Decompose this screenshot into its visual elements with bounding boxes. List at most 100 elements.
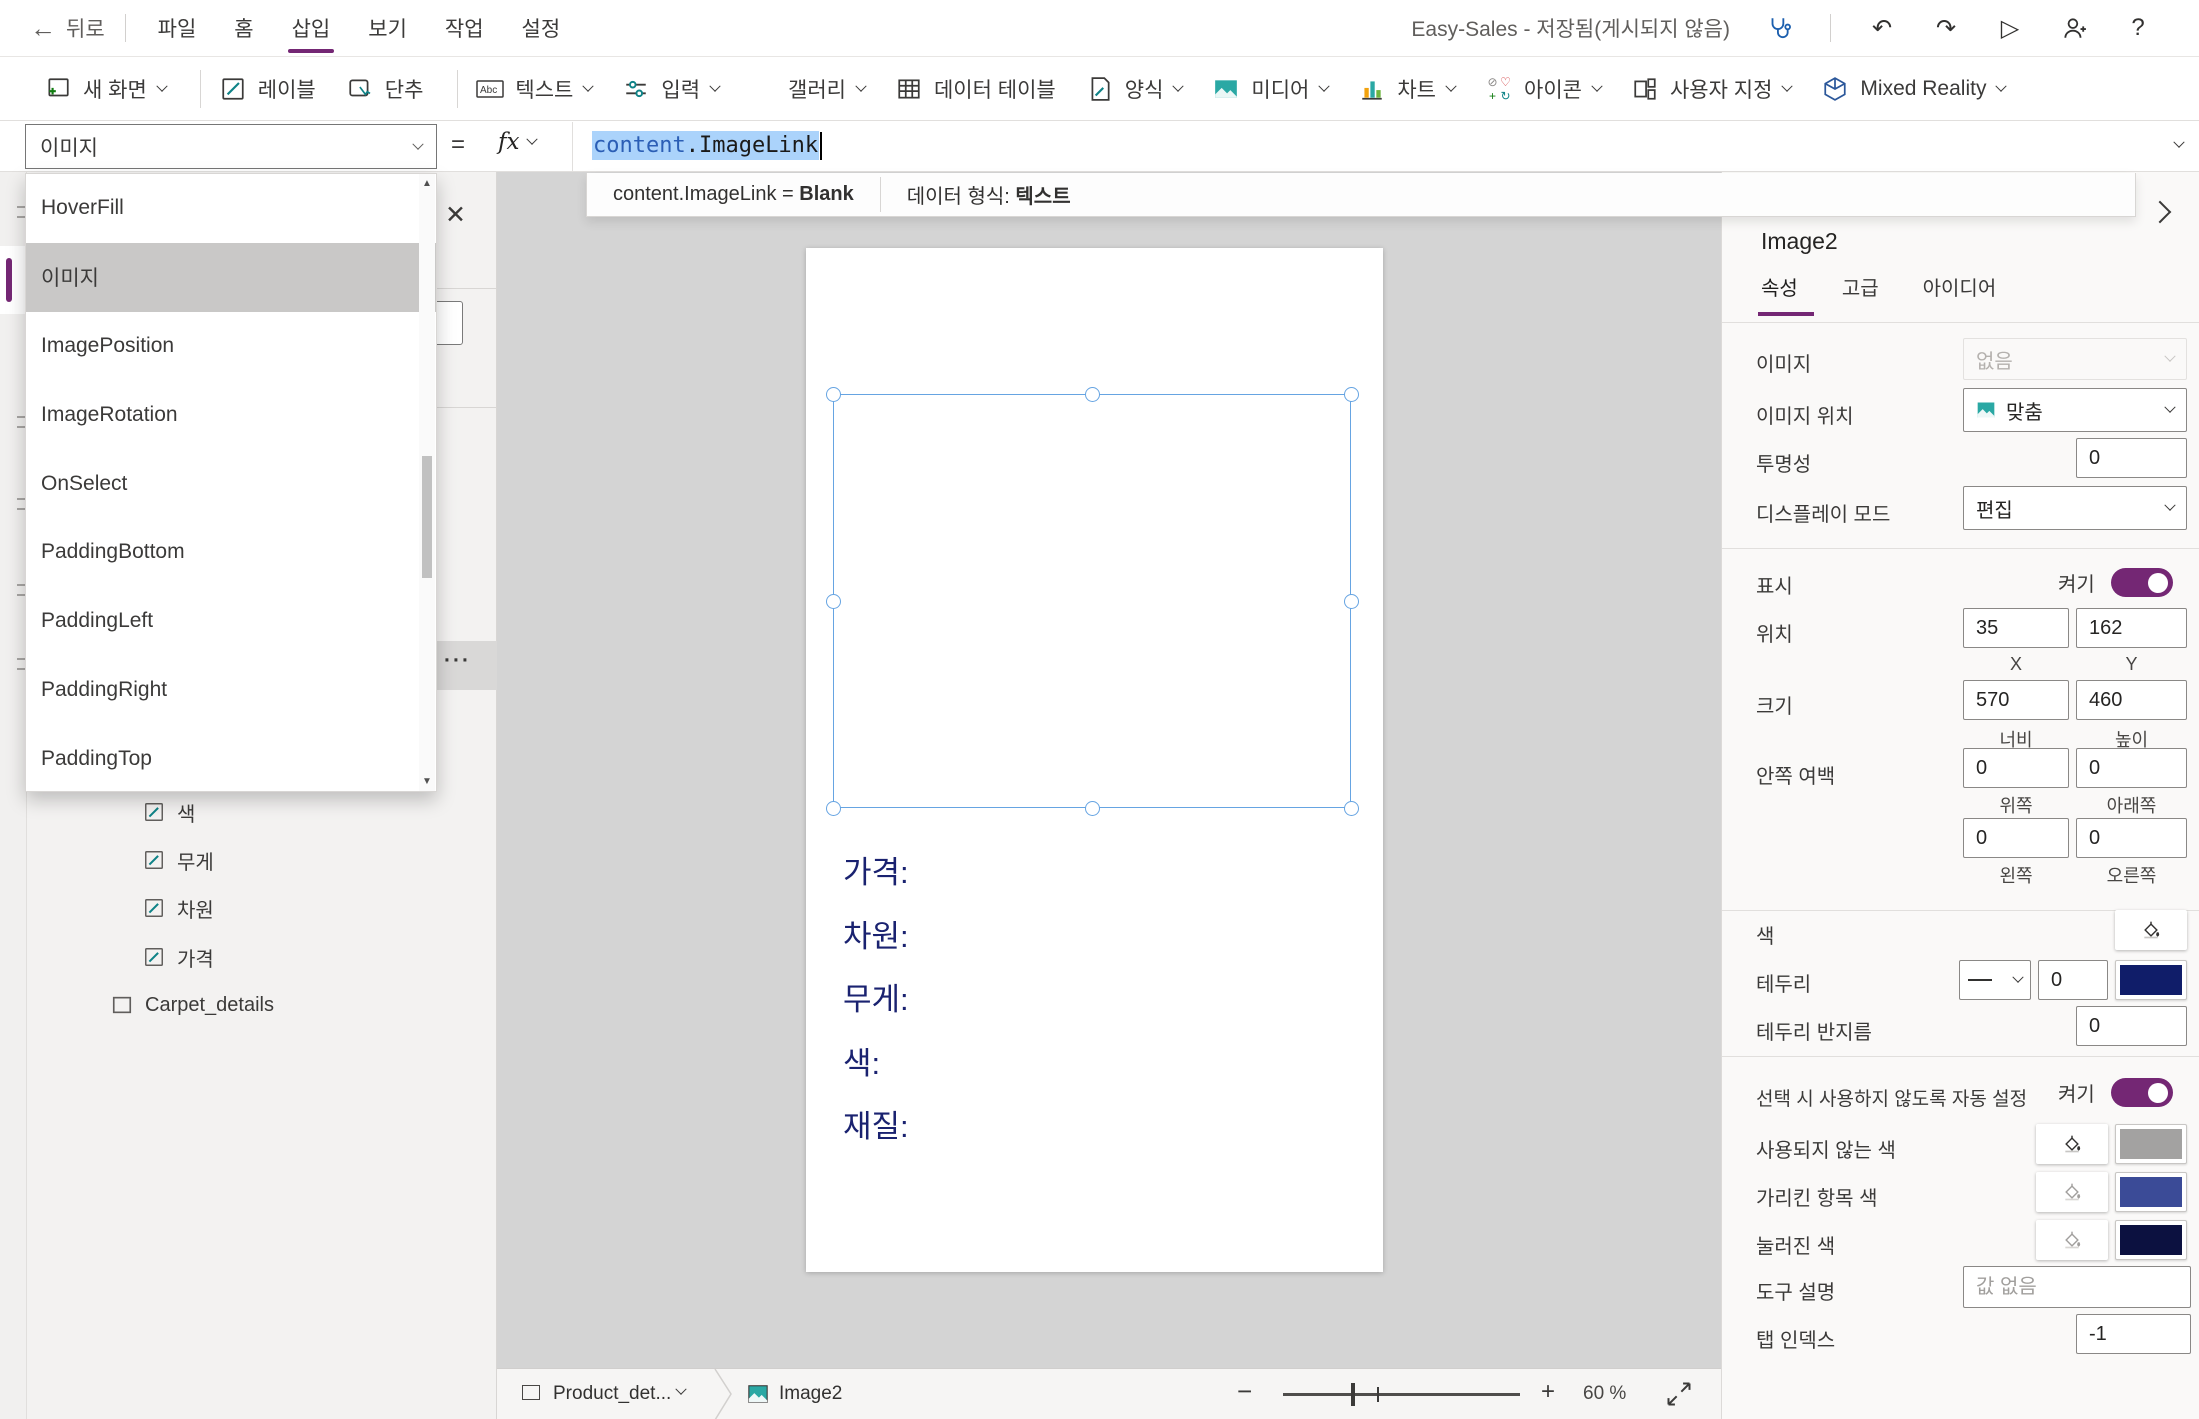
canvas-label-color[interactable]: 색: (843, 1029, 909, 1093)
padding-left-input[interactable]: 0 (1963, 818, 2069, 858)
resize-handle-n[interactable] (1085, 387, 1100, 402)
color-picker-button[interactable] (2115, 910, 2187, 950)
dropdown-item-paddingtop[interactable]: PaddingTop (26, 724, 436, 791)
canvas-label-dimension[interactable]: 차원: (843, 902, 909, 966)
hover-color-picker-button[interactable] (2036, 1172, 2108, 1212)
tab-index-input[interactable]: -1 (2076, 1314, 2191, 1354)
input-menu[interactable]: 입력 (622, 74, 721, 104)
disabled-color-swatch[interactable] (2115, 1124, 2187, 1164)
text-menu[interactable]: Abc 텍스트 (476, 74, 595, 104)
play-preview-icon[interactable]: ▷ (1995, 13, 2025, 43)
resize-handle-w[interactable] (826, 594, 841, 609)
mixed-reality-menu[interactable]: Mixed Reality (1821, 75, 2008, 103)
position-y-input[interactable]: 162 (2076, 608, 2187, 648)
rail-icon-fragment[interactable] (17, 658, 25, 670)
zoom-slider[interactable] (1283, 1393, 1520, 1396)
redo-icon[interactable]: ↷ (1931, 13, 1961, 43)
resize-handle-nw[interactable] (826, 387, 841, 402)
position-x-input[interactable]: 35 (1963, 608, 2069, 648)
close-icon[interactable]: ✕ (445, 200, 466, 230)
padding-bottom-input[interactable]: 0 (2076, 748, 2187, 788)
menu-insert[interactable]: 삽입 (280, 0, 343, 57)
app-checker-icon[interactable] (1764, 13, 1794, 43)
label-button[interactable]: 레이블 (219, 74, 316, 104)
image-control-selection[interactable] (826, 387, 1359, 816)
size-width-input[interactable]: 570 (1963, 680, 2069, 720)
dropdown-item-paddingright[interactable]: PaddingRight (26, 656, 436, 725)
formula-input[interactable]: content.ImageLink (592, 131, 823, 160)
visible-toggle[interactable] (2110, 568, 2173, 597)
transparency-input[interactable]: 0 (2076, 438, 2187, 478)
resize-handle-se[interactable] (1344, 801, 1359, 816)
property-selector[interactable]: 이미지 (25, 124, 437, 169)
rail-icon-fragment[interactable] (17, 416, 25, 428)
border-thickness-input[interactable]: 0 (2038, 960, 2108, 1000)
canvas-label-price[interactable]: 가격: (843, 838, 909, 902)
data-table-button[interactable]: 데이터 테이블 (895, 74, 1056, 104)
tab-properties[interactable]: 속성 (1761, 272, 1798, 301)
zoom-in-button[interactable]: + (1541, 1378, 1555, 1406)
scrollbar-thumb[interactable] (422, 456, 432, 578)
tab-ideas[interactable]: 아이디어 (1923, 272, 1997, 301)
tree-item-color[interactable]: 색 (27, 788, 497, 836)
dropdown-item-paddingleft[interactable]: PaddingLeft (26, 587, 436, 656)
resize-handle-sw[interactable] (826, 801, 841, 816)
menu-file[interactable]: 파일 (146, 0, 209, 57)
dropdown-item-imageposition[interactable]: ImagePosition (26, 312, 436, 381)
auto-disable-toggle[interactable] (2110, 1078, 2173, 1107)
rail-icon-fragment[interactable] (17, 206, 25, 218)
fit-to-window-icon[interactable] (1665, 1380, 1693, 1408)
menu-action[interactable]: 작업 (433, 0, 496, 57)
rail-icon-fragment[interactable] (17, 584, 25, 596)
canvas-label-weight[interactable]: 무게: (843, 965, 909, 1029)
icons-menu[interactable]: ⊘ ♡ + ↻ 아이콘 (1485, 74, 1603, 104)
canvas-label-material[interactable]: 재질: (843, 1092, 909, 1156)
help-icon[interactable]: ? (2123, 13, 2153, 43)
resize-handle-e[interactable] (1344, 594, 1359, 609)
collapse-panel-icon[interactable] (2148, 200, 2172, 224)
custom-menu[interactable]: 사용자 지정 (1631, 74, 1794, 104)
tree-item-dimension[interactable]: 차원 (27, 884, 497, 932)
disabled-color-picker-button[interactable] (2036, 1124, 2108, 1164)
border-style-dropdown[interactable] (1959, 960, 2031, 1000)
tree-item-weight[interactable]: 무게 (27, 836, 497, 884)
tree-item-price[interactable]: 가격 (27, 933, 497, 981)
new-screen-button[interactable]: 새 화면 (44, 74, 168, 104)
formula-bar-expand-icon[interactable] (2173, 136, 2185, 148)
tab-advanced[interactable]: 고급 (1842, 272, 1879, 301)
breadcrumb-screen[interactable]: Product_det... (553, 1383, 671, 1405)
menu-view[interactable]: 보기 (356, 0, 419, 57)
share-user-icon[interactable] (2059, 13, 2089, 43)
dropdown-item-paddingbottom[interactable]: PaddingBottom (26, 518, 436, 587)
scroll-down-icon[interactable]: ▼ (422, 776, 432, 787)
dropdown-item-image[interactable]: 이미지 (26, 242, 436, 312)
padding-top-input[interactable]: 0 (1963, 748, 2069, 788)
fx-dropdown[interactable]: fx (498, 129, 539, 155)
zoom-out-button[interactable]: − (1237, 1376, 1252, 1407)
undo-icon[interactable]: ↶ (1867, 13, 1897, 43)
more-options-icon[interactable]: ··· (444, 649, 471, 673)
tooltip-input[interactable] (1963, 1266, 2191, 1308)
gallery-menu[interactable]: 갤러리 (749, 74, 867, 104)
pressed-color-picker-button[interactable] (2036, 1220, 2108, 1260)
dropdown-item-onselect[interactable]: OnSelect (26, 449, 436, 518)
back-button[interactable]: ← 뒤로 (30, 13, 105, 43)
rail-icon-fragment[interactable] (17, 498, 25, 510)
scroll-up-icon[interactable]: ▲ (422, 178, 432, 189)
menu-home[interactable]: 홈 (222, 0, 265, 57)
dropdown-item-hoverfill[interactable]: HoverFill (26, 174, 436, 243)
hover-color-swatch[interactable] (2115, 1172, 2187, 1212)
form-menu[interactable]: 양식 (1086, 74, 1185, 104)
zoom-slider-thumb[interactable] (1351, 1383, 1355, 1406)
dropdown-scrollbar[interactable]: ▲ ▼ (419, 174, 435, 791)
image-value-dropdown[interactable]: 없음 (1963, 338, 2187, 380)
border-radius-input[interactable]: 0 (2076, 1006, 2187, 1046)
chart-menu[interactable]: 차트 (1358, 74, 1457, 104)
size-height-input[interactable]: 460 (2076, 680, 2187, 720)
chevron-down-icon[interactable] (675, 1383, 687, 1395)
dropdown-item-imagerotation[interactable]: ImageRotation (26, 380, 436, 449)
pressed-color-swatch[interactable] (2115, 1220, 2187, 1260)
display-mode-dropdown[interactable]: 편집 (1963, 486, 2187, 530)
menu-settings[interactable]: 설정 (510, 0, 573, 57)
breadcrumb-control[interactable]: Image2 (779, 1383, 842, 1405)
